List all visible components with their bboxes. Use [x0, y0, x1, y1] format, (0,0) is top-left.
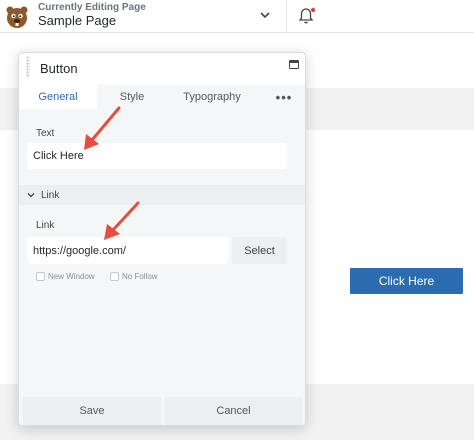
- chevron-down-icon: [27, 193, 35, 198]
- select-link-button[interactable]: Select: [232, 237, 287, 264]
- notification-dot: [311, 8, 315, 12]
- no-follow-label: No Follow: [122, 271, 158, 281]
- panel-footer: Save Cancel: [19, 395, 305, 425]
- top-bar: Currently Editing Page Sample Page: [0, 0, 474, 33]
- tab-typography[interactable]: Typography: [169, 85, 255, 109]
- text-field-label: Text: [36, 128, 55, 139]
- button-settings-panel: Button General Style Typography ••• Text…: [18, 52, 306, 426]
- drag-handle[interactable]: [26, 56, 30, 78]
- link-section-toggle[interactable]: Link: [19, 185, 69, 205]
- preview-button[interactable]: Click Here: [350, 268, 463, 294]
- cancel-button[interactable]: Cancel: [165, 397, 302, 425]
- editing-label: Currently Editing Page: [38, 2, 146, 13]
- panel-title: Button: [40, 61, 78, 76]
- button-text-input[interactable]: Click Here: [27, 143, 287, 169]
- chevron-down-icon[interactable]: [258, 8, 272, 22]
- top-bar-divider: [286, 0, 287, 33]
- new-window-option[interactable]: New Window: [36, 270, 95, 282]
- save-button[interactable]: Save: [23, 397, 161, 425]
- link-field-label: Link: [36, 220, 55, 231]
- new-window-label: New Window: [48, 271, 95, 281]
- no-follow-checkbox[interactable]: [110, 271, 119, 281]
- link-section-header[interactable]: Link: [19, 185, 305, 205]
- window-collapse-icon[interactable]: [289, 60, 299, 69]
- link-section-label: Link: [41, 189, 60, 201]
- panel-tabs: General Style Typography •••: [19, 85, 305, 109]
- page-name[interactable]: Sample Page: [38, 13, 116, 28]
- panel-body: Text Click Here Link Link https://google…: [19, 109, 305, 395]
- tab-general[interactable]: General: [19, 85, 97, 109]
- tab-style[interactable]: Style: [97, 85, 167, 109]
- no-follow-option[interactable]: No Follow: [110, 270, 158, 282]
- new-window-checkbox[interactable]: [36, 271, 45, 281]
- link-url-input[interactable]: https://google.com/: [27, 237, 229, 264]
- more-tabs-button[interactable]: •••: [269, 85, 299, 109]
- beaver-logo-icon[interactable]: [4, 4, 30, 30]
